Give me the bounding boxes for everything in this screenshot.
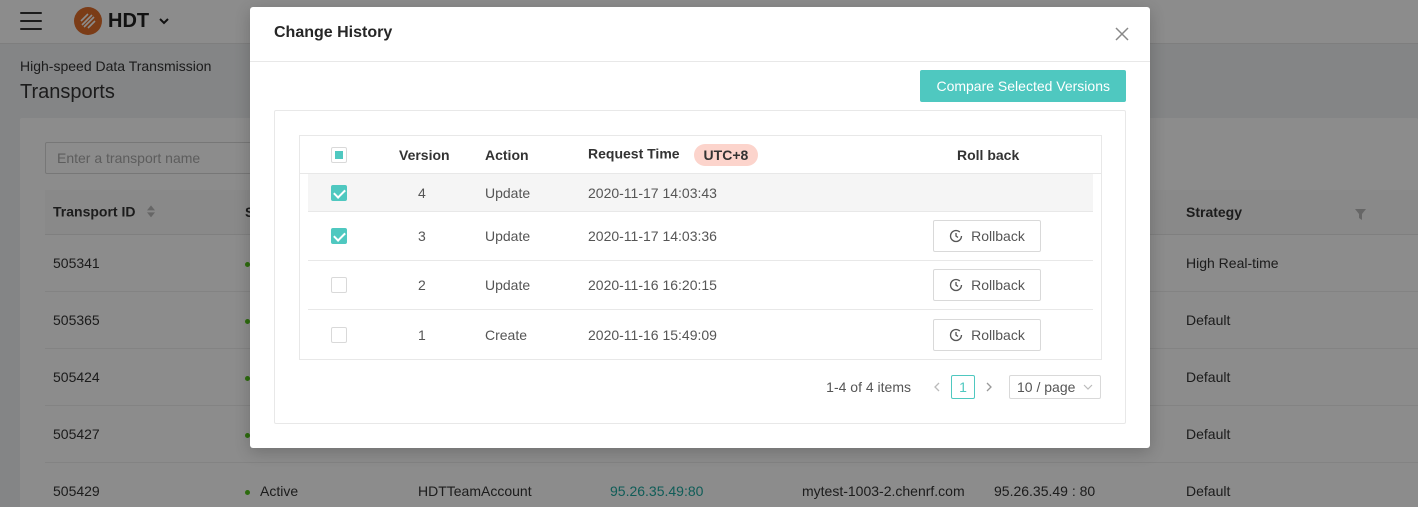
version-action: Create bbox=[485, 326, 528, 343]
version-number: 3 bbox=[418, 228, 426, 244]
change-history-modal: Change History Compare Selected Versions… bbox=[250, 7, 1150, 448]
version-action: Update bbox=[485, 228, 531, 244]
chevron-down-icon bbox=[1083, 384, 1093, 390]
row-checkbox[interactable] bbox=[331, 277, 347, 293]
history-panel: Version Action Request Time UTC+8 Roll ba… bbox=[274, 110, 1126, 424]
modal-header: Change History bbox=[250, 7, 1150, 62]
column-header-rollback: Roll back bbox=[957, 146, 1020, 163]
version-number: 1 bbox=[418, 326, 426, 343]
rollback-label: Rollback bbox=[971, 277, 1025, 293]
history-icon bbox=[949, 229, 963, 243]
rollback-label: Rollback bbox=[971, 326, 1025, 343]
version-number: 2 bbox=[418, 277, 426, 293]
rollback-button[interactable]: Rollback bbox=[933, 269, 1041, 301]
page-size-select[interactable]: 10 / page bbox=[1009, 375, 1101, 399]
version-action: Update bbox=[485, 184, 531, 201]
version-row[interactable]: 1 Create 2020-11-16 15:49:09 Rollback bbox=[308, 310, 1093, 359]
row-checkbox[interactable] bbox=[331, 326, 347, 343]
chevron-right-icon[interactable] bbox=[977, 379, 1001, 395]
version-time: 2020-11-16 16:20:15 bbox=[588, 277, 717, 293]
compare-versions-button[interactable]: Compare Selected Versions bbox=[920, 70, 1126, 102]
page-size-value: 10 / page bbox=[1017, 379, 1076, 395]
row-checkbox[interactable] bbox=[331, 184, 347, 201]
version-row[interactable]: 3 Update 2020-11-17 14:03:36 Rollback bbox=[308, 212, 1093, 261]
column-header-action: Action bbox=[485, 146, 529, 163]
rollback-button[interactable]: Rollback bbox=[933, 220, 1041, 252]
rollback-button[interactable]: Rollback bbox=[933, 318, 1041, 351]
column-header-request-time: Request Time UTC+8 bbox=[588, 143, 759, 166]
version-time: 2020-11-17 14:03:36 bbox=[588, 228, 717, 244]
history-icon bbox=[949, 278, 963, 292]
version-row[interactable]: 4 Update 2020-11-17 14:03:43 bbox=[308, 174, 1093, 212]
version-time: 2020-11-16 15:49:09 bbox=[588, 326, 717, 343]
rollback-label: Rollback bbox=[971, 228, 1025, 244]
versions-table: Version Action Request Time UTC+8 Roll ba… bbox=[299, 135, 1102, 360]
history-icon bbox=[949, 328, 963, 341]
request-time-label: Request Time bbox=[588, 145, 680, 162]
chevron-left-icon[interactable] bbox=[925, 379, 949, 395]
version-action: Update bbox=[485, 277, 531, 293]
row-checkbox[interactable] bbox=[331, 228, 347, 244]
column-header-version: Version bbox=[399, 146, 450, 163]
timezone-badge: UTC+8 bbox=[693, 143, 759, 166]
modal-title: Change History bbox=[274, 24, 393, 41]
select-all-checkbox[interactable] bbox=[331, 146, 347, 163]
page-1-button[interactable]: 1 bbox=[951, 375, 975, 399]
version-row[interactable]: 2 Update 2020-11-16 16:20:15 Rollback bbox=[308, 261, 1093, 310]
version-time: 2020-11-17 14:03:43 bbox=[588, 184, 717, 201]
versions-table-header: Version Action Request Time UTC+8 Roll ba… bbox=[300, 136, 1101, 174]
pagination-total: 1-4 of 4 items bbox=[826, 379, 911, 395]
close-icon[interactable] bbox=[1112, 24, 1132, 44]
pagination: 1-4 of 4 items 1 10 / page bbox=[826, 375, 1101, 399]
version-number: 4 bbox=[418, 184, 426, 201]
